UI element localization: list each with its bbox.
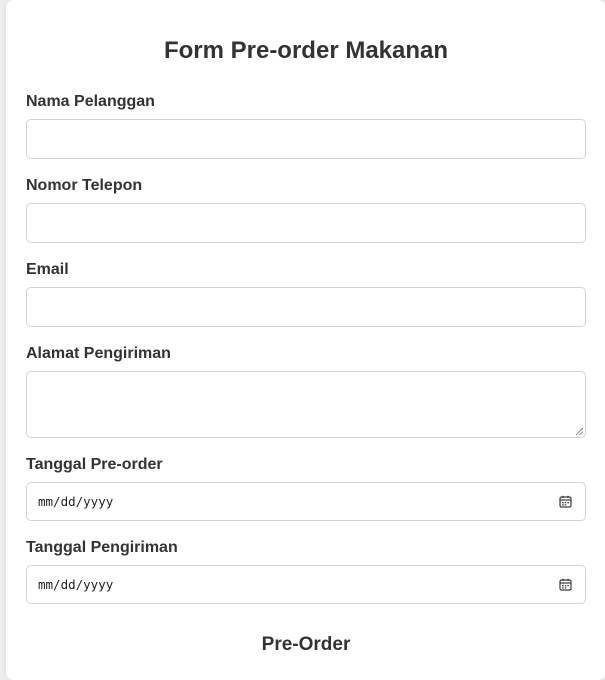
tanggal-pengiriman-label: Tanggal Pengiriman — [26, 539, 178, 556]
nama-pelanggan-input[interactable] — [26, 119, 586, 159]
form-title: Form Pre-order Makanan — [163, 37, 449, 64]
tanggal-preorder-input[interactable]: mm/dd/yyyy — [26, 482, 586, 521]
alamat-pengiriman-textarea[interactable] — [26, 371, 586, 438]
calendar-icon[interactable] — [559, 578, 572, 591]
nama-pelanggan-label: Nama Pelanggan — [26, 93, 155, 110]
tanggal-pengiriman-input[interactable]: mm/dd/yyyy — [26, 565, 586, 604]
pre-order-button[interactable]: Pre-Order — [26, 621, 586, 661]
resize-grip-icon[interactable] — [575, 427, 583, 435]
tanggal-pengiriman-placeholder: mm/dd/yyyy — [38, 577, 114, 592]
tanggal-preorder-placeholder: mm/dd/yyyy — [38, 494, 114, 509]
nomor-telepon-input[interactable] — [26, 203, 586, 243]
email-label: Email — [26, 261, 69, 278]
nomor-telepon-label: Nomor Telepon — [26, 177, 143, 194]
form-card: Form Pre-order Makanan Nama Pelanggan No… — [6, 0, 605, 680]
calendar-icon[interactable] — [559, 495, 572, 508]
email-input[interactable] — [26, 287, 586, 327]
alamat-pengiriman-label: Alamat Pengiriman — [26, 345, 171, 362]
tanggal-preorder-label: Tanggal Pre-order — [26, 456, 163, 473]
